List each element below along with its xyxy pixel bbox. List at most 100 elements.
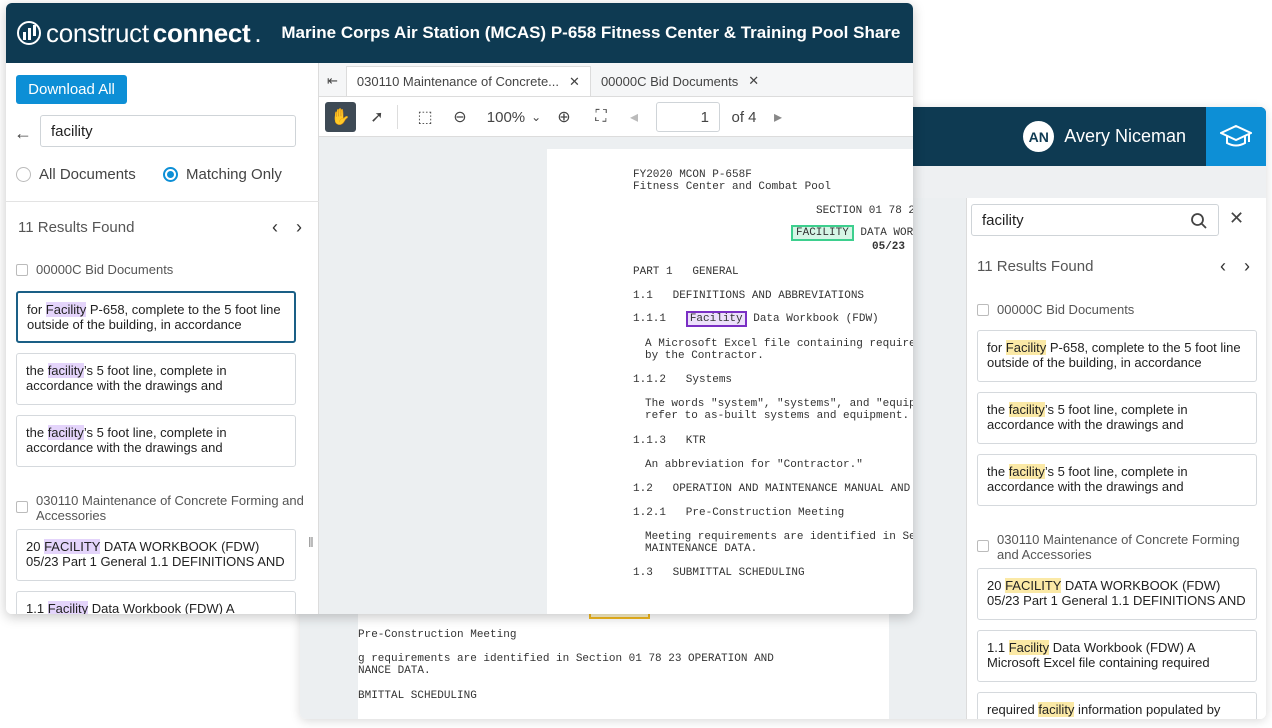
page-number-input[interactable]: 1 bbox=[656, 102, 720, 132]
next-page-button[interactable]: ▸ bbox=[771, 102, 785, 132]
page-line: 05/23 bbox=[872, 241, 906, 253]
previous-result-icon[interactable]: ‹ bbox=[272, 217, 278, 238]
cursor-arrow-icon: ➚ bbox=[370, 109, 384, 126]
result-group[interactable]: 00000C Bid Documents bbox=[16, 262, 306, 277]
marquee-zoom-button[interactable]: ⬚ bbox=[414, 102, 436, 132]
collapse-panel-icon[interactable]: ⇤ bbox=[319, 66, 346, 96]
chevron-down-icon: ⌄ bbox=[531, 110, 542, 124]
group-checkbox[interactable] bbox=[977, 540, 989, 552]
zoom-in-icon: ⊕ bbox=[557, 109, 571, 126]
radio-button[interactable] bbox=[16, 167, 31, 182]
triangle-right-icon: ▸ bbox=[773, 109, 783, 126]
group-checkbox[interactable] bbox=[977, 304, 989, 316]
zoom-in-button[interactable]: ⊕ bbox=[553, 102, 575, 132]
download-all-button[interactable]: Download All bbox=[16, 75, 127, 104]
fit-page-button[interactable]: ⛶ bbox=[590, 102, 612, 132]
fullscreen-icon: ⛶ bbox=[595, 108, 607, 125]
page-line: 1.1.3 KTR bbox=[633, 435, 706, 447]
project-title: Marine Corps Air Station (MCAS) P-658 Fi… bbox=[281, 23, 901, 42]
search-hit-highlight[interactable]: Facility bbox=[685, 311, 747, 327]
user-name: Avery Niceman bbox=[1064, 126, 1186, 146]
result-card[interactable]: 1.1 Facility Data Workbook (FDW) A bbox=[16, 591, 296, 614]
result-card[interactable]: required facility information populated … bbox=[977, 692, 1257, 719]
back-search-panel: facility ✕ 11 Results Found ‹ › 00000C Bi… bbox=[966, 198, 1266, 719]
divider bbox=[6, 201, 319, 202]
panel-resize-handle[interactable]: ‖ bbox=[308, 534, 314, 550]
page-line: 1.1.1 Facility Data Workbook (FDW) bbox=[633, 311, 879, 327]
radio-all-documents[interactable]: All Documents bbox=[16, 166, 136, 183]
close-tab-icon[interactable]: ✕ bbox=[748, 73, 759, 89]
close-tab-icon[interactable]: ✕ bbox=[569, 74, 580, 90]
back-arrow-icon[interactable]: ← bbox=[14, 123, 32, 144]
logo-mark-icon bbox=[17, 21, 41, 45]
avatar: AN bbox=[1023, 121, 1055, 152]
search-input[interactable]: facility bbox=[40, 115, 296, 147]
hand-icon: ✋ bbox=[330, 109, 351, 126]
pan-tool-button[interactable]: ✋ bbox=[325, 102, 356, 132]
select-tool-button[interactable]: ➚ bbox=[367, 102, 387, 132]
page-line: SECTION 01 78 2 bbox=[816, 205, 913, 217]
zoom-select[interactable]: 100% ⌄ bbox=[484, 102, 544, 132]
page-line: 1.2.1 Pre-Construction Meeting bbox=[633, 507, 845, 519]
page-line: BMITTAL SCHEDULING bbox=[358, 690, 477, 702]
result-card[interactable]: for Facility P-658, complete to the 5 fo… bbox=[977, 330, 1257, 382]
result-card[interactable]: the facility’s 5 foot line, complete in … bbox=[977, 454, 1257, 506]
page-line: 1.1.2 Systems bbox=[633, 374, 733, 386]
page-line: 1.2 OPERATION AND MAINTENANCE MANUAL AND bbox=[633, 483, 911, 495]
results-count: 11 Results Found bbox=[18, 218, 135, 236]
group-checkbox[interactable] bbox=[16, 501, 28, 513]
next-result-icon[interactable]: › bbox=[296, 217, 302, 238]
result-card[interactable]: the facility’s 5 foot line, complete in … bbox=[16, 415, 296, 467]
user-menu[interactable]: AN Avery Niceman bbox=[1023, 121, 1186, 152]
zoom-out-icon: ⊖ bbox=[453, 109, 467, 126]
document-viewer: ⇤ 030110 Maintenance of Concrete... ✕ 000… bbox=[319, 63, 913, 614]
viewer-toolbar: ✋ ➚ ⬚ ⊖ 100% ⌄ ⊕ ⛶ ◂ 1 of 4 ▸ bbox=[319, 97, 913, 137]
page-line: NANCE DATA. bbox=[358, 665, 431, 677]
result-group[interactable]: 030110 Maintenance of Concrete Forming a… bbox=[16, 493, 306, 523]
document-page: FY2020 MCON P-658F Fitness Center and Co… bbox=[547, 149, 913, 614]
previous-result-icon[interactable]: ‹ bbox=[1220, 256, 1226, 277]
group-checkbox[interactable] bbox=[16, 264, 28, 276]
result-card[interactable]: for Facility P-658, complete to the 5 fo… bbox=[16, 291, 296, 343]
page-line: 1.3 SUBMITTAL SCHEDULING bbox=[633, 567, 805, 579]
page-line: refer to as-built systems and equipment. bbox=[645, 410, 910, 422]
next-result-icon[interactable]: › bbox=[1244, 256, 1250, 277]
search-icon[interactable] bbox=[1190, 212, 1208, 230]
results-header: 11 Results Found ‹ › bbox=[967, 256, 1266, 276]
graduation-cap-icon bbox=[1220, 124, 1252, 146]
search-input[interactable]: facility bbox=[971, 204, 1219, 236]
results-count: 11 Results Found bbox=[977, 257, 1094, 275]
constructconnect-logo[interactable]: construct connect. bbox=[16, 18, 262, 49]
result-card[interactable]: 20 FACILITY DATA WORKBOOK (FDW) 05/23 Pa… bbox=[977, 568, 1257, 620]
previous-page-button[interactable]: ◂ bbox=[627, 102, 641, 132]
result-card[interactable]: 1.1 Facility Data Workbook (FDW) A Micro… bbox=[977, 630, 1257, 682]
triangle-left-icon: ◂ bbox=[629, 109, 639, 126]
tab-00000c[interactable]: 00000C Bid Documents ✕ bbox=[591, 66, 769, 96]
page-line: by the Contractor. bbox=[645, 350, 764, 362]
search-panel: Download All ← facility All Documents Ma… bbox=[6, 63, 319, 614]
radio-button[interactable] bbox=[163, 167, 178, 182]
result-card[interactable]: the facility’s 5 foot line, complete in … bbox=[977, 392, 1257, 444]
result-group[interactable]: 030110 Maintenance of Concrete Forming a… bbox=[977, 532, 1257, 562]
radio-matching-only[interactable]: Matching Only bbox=[163, 166, 282, 183]
graduation-cap-button[interactable] bbox=[1206, 107, 1266, 166]
front-app-window: construct connect. Marine Corps Air Stati… bbox=[6, 3, 913, 614]
close-icon[interactable]: ✕ bbox=[1229, 208, 1244, 229]
search-hit-highlight[interactable]: FACILITY bbox=[791, 225, 854, 241]
tab-030110[interactable]: 030110 Maintenance of Concrete... ✕ bbox=[345, 66, 591, 96]
result-group[interactable]: 00000C Bid Documents bbox=[977, 302, 1257, 317]
page-line: Fitness Center and Combat Pool bbox=[633, 181, 832, 193]
marquee-zoom-icon: ⬚ bbox=[417, 109, 433, 126]
page-line: PART 1 GENERAL bbox=[633, 266, 739, 278]
page-line: An abbreviation for "Contractor." bbox=[645, 459, 863, 471]
page-line: 1.1 DEFINITIONS AND ABBREVIATIONS bbox=[633, 290, 865, 302]
front-header: construct connect. Marine Corps Air Stati… bbox=[6, 3, 913, 63]
result-card[interactable]: the facility’s 5 foot line, complete in … bbox=[16, 353, 296, 405]
result-card[interactable]: 20 FACILITY DATA WORKBOOK (FDW) 05/23 Pa… bbox=[16, 529, 296, 581]
zoom-out-button[interactable]: ⊖ bbox=[449, 102, 471, 132]
page-line: MAINTENANCE DATA. bbox=[645, 543, 758, 555]
tab-bar: ⇤ 030110 Maintenance of Concrete... ✕ 000… bbox=[319, 63, 913, 97]
results-header: 11 Results Found ‹ › bbox=[6, 217, 318, 237]
page-line: Pre-Construction Meeting bbox=[358, 629, 517, 641]
page-line: FACILITY DATA WORK bbox=[791, 225, 913, 241]
